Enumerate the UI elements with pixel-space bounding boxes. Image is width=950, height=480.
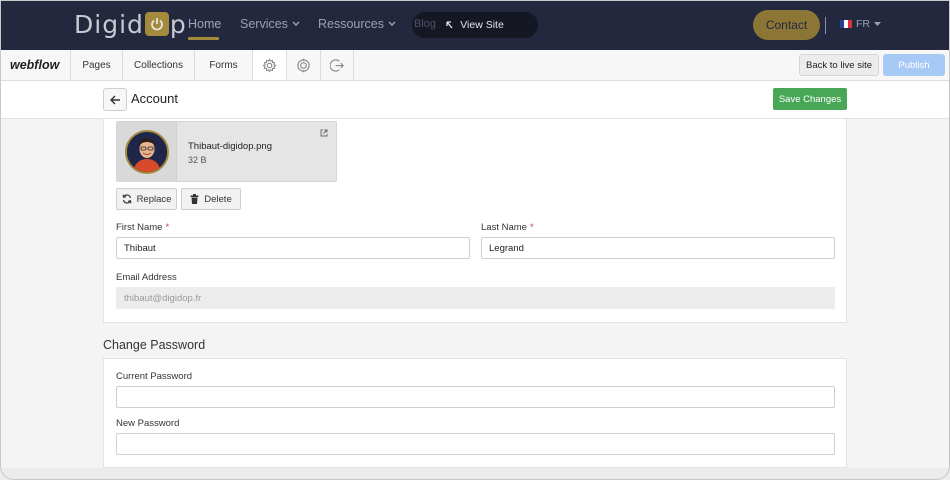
site-settings-tab[interactable]	[286, 50, 320, 80]
password-card: Current Password New Password	[103, 358, 847, 468]
first-name-input[interactable]: Thibaut	[116, 237, 470, 259]
avatar-cell	[117, 122, 177, 181]
replace-label: Replace	[136, 193, 172, 205]
webflow-logo: webflow	[10, 58, 60, 72]
site-nav: Digid p Home Services Ressources Blog Vi…	[0, 0, 950, 50]
chevron-down-icon	[292, 21, 300, 26]
first-name-label: First Name *	[116, 222, 169, 233]
settings-tab[interactable]	[252, 50, 286, 80]
nav-home[interactable]: Home	[188, 17, 221, 31]
nav-services[interactable]: Services	[240, 17, 300, 31]
avatar-file-size: 32 B	[188, 155, 207, 165]
back-to-live-button[interactable]: Back to live site	[799, 54, 879, 76]
bottom-edge	[0, 468, 950, 480]
required-marker: *	[165, 222, 170, 233]
nav-blog[interactable]: Blog	[414, 18, 436, 30]
site-logo[interactable]: Digid p	[74, 9, 187, 39]
webflow-toolbar: webflow Pages Collections Forms Back to …	[0, 50, 950, 81]
avatar-file-name: Thibaut-digidop.png	[188, 141, 272, 152]
chevron-down-icon	[388, 21, 396, 26]
nav-ressources[interactable]: Ressources	[318, 17, 396, 31]
current-password-label: Current Password	[116, 371, 193, 382]
last-name-input[interactable]: Legrand	[481, 237, 835, 259]
gear-icon	[262, 57, 277, 73]
new-password-input[interactable]	[116, 433, 835, 455]
new-password-label: New Password	[116, 418, 180, 429]
back-button[interactable]	[103, 88, 127, 111]
first-name-label-text: First Name	[116, 222, 163, 233]
language-label: FR	[856, 18, 870, 30]
replace-button[interactable]: Replace	[116, 188, 177, 210]
power-icon	[144, 12, 169, 36]
last-name-label-text: Last Name	[481, 222, 527, 233]
email-label: Email Address	[116, 272, 177, 283]
tab-forms[interactable]: Forms	[194, 50, 252, 80]
flag-fr-icon	[840, 20, 852, 28]
change-password-title: Change Password	[103, 338, 206, 352]
delete-button[interactable]: Delete	[181, 188, 241, 210]
target-icon	[297, 58, 310, 72]
required-marker: *	[529, 222, 534, 233]
nav-services-label: Services	[240, 17, 288, 31]
avatar-upload[interactable]: Thibaut-digidop.png 32 B	[116, 121, 337, 182]
nav-home-label: Home	[188, 17, 222, 31]
exit-icon	[329, 58, 344, 72]
active-underline	[188, 37, 219, 40]
arrow-up-left-icon	[446, 20, 453, 28]
tab-pages[interactable]: Pages	[70, 50, 122, 80]
contact-button[interactable]: Contact	[753, 10, 820, 40]
email-field: thibaut@digidop.fr	[116, 287, 835, 309]
logo-text-left: Digid	[74, 9, 144, 39]
language-selector[interactable]: FR	[840, 18, 881, 30]
avatar	[125, 130, 169, 174]
view-site-button[interactable]: Blog View Site	[412, 12, 538, 38]
logo-text-right: p	[169, 9, 187, 39]
nav-ressources-label: Ressources	[318, 17, 384, 31]
delete-label: Delete	[204, 193, 232, 205]
last-name-label: Last Name *	[481, 222, 534, 233]
current-password-input[interactable]	[116, 386, 835, 408]
refresh-icon	[122, 194, 132, 204]
save-changes-button[interactable]: Save Changes	[773, 88, 847, 110]
nav-divider	[825, 17, 826, 34]
logout-tab[interactable]	[320, 50, 354, 80]
account-card: Thibaut-digidop.png 32 B Replace Delete …	[103, 119, 847, 323]
caret-down-icon	[874, 21, 881, 26]
account-header: Account Save Changes	[0, 81, 950, 119]
arrow-left-icon	[109, 95, 120, 104]
publish-button[interactable]: Publish	[883, 54, 945, 76]
page-title: Account	[131, 91, 178, 106]
trash-icon	[190, 194, 199, 204]
external-link-icon[interactable]	[320, 129, 328, 137]
tab-collections[interactable]: Collections	[122, 50, 194, 80]
view-site-label: View Site	[460, 19, 504, 31]
